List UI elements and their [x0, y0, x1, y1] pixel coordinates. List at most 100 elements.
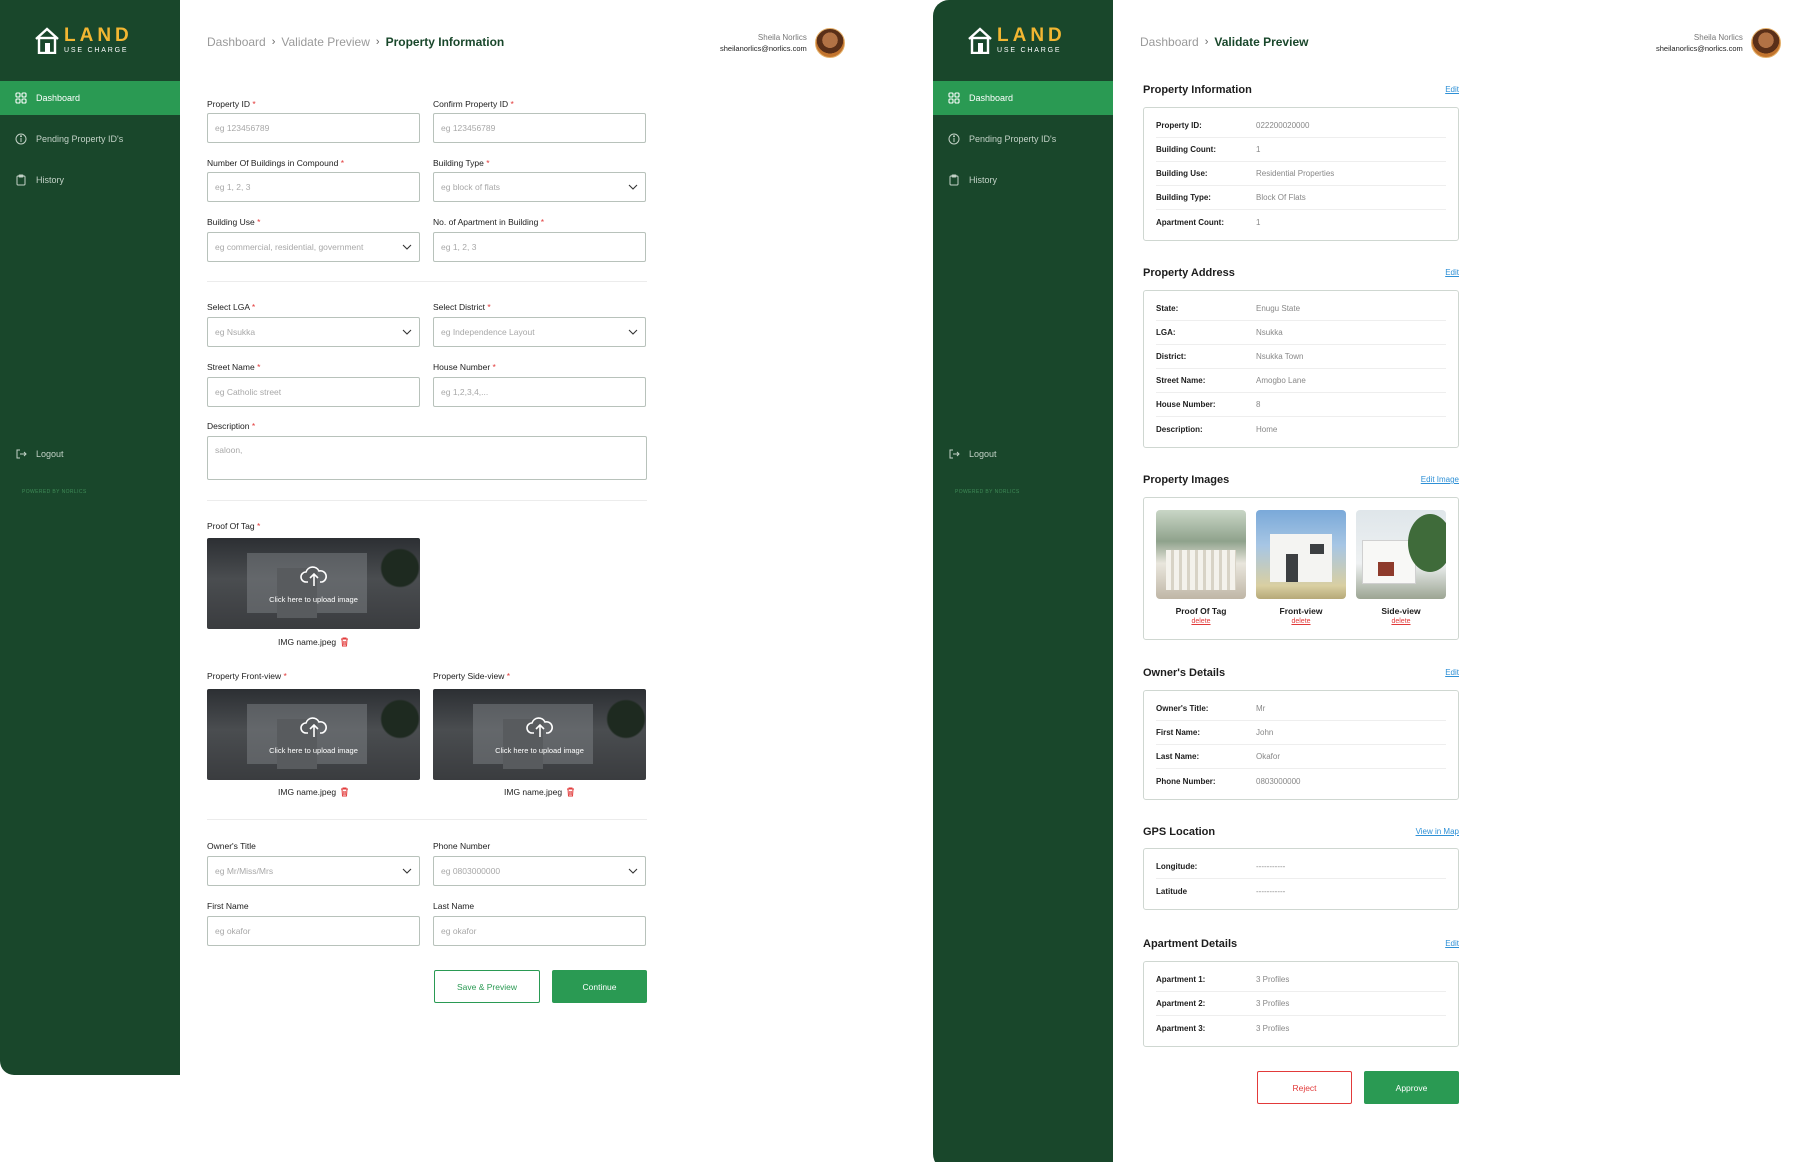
row-value: John: [1256, 728, 1274, 737]
avatar[interactable]: [1750, 28, 1781, 58]
proof-of-tag-label: Proof Of Tag *: [207, 521, 261, 531]
edit-property-info-link[interactable]: Edit: [1380, 85, 1459, 94]
property-info-card: Property ID: 022200020000 Building Count:…: [1143, 107, 1459, 241]
sidebar-item-history[interactable]: History: [933, 163, 1113, 197]
list-item: Phone Number: 0803000000: [1156, 769, 1446, 793]
reject-button[interactable]: Reject: [1257, 1071, 1352, 1104]
list-item: District: Nsukka Town: [1156, 345, 1446, 369]
logout-label: Logout: [969, 449, 997, 459]
house-logo-icon: [35, 27, 59, 54]
info-icon: [947, 133, 960, 146]
row-value: -----------: [1256, 886, 1286, 896]
list-item: Apartment 2: 3 Profiles: [1156, 992, 1446, 1016]
breadcrumb-validate-preview[interactable]: Validate Preview: [281, 35, 370, 49]
avatar[interactable]: [814, 28, 845, 58]
lga-label: Select LGA *: [207, 302, 256, 312]
row-key: Property ID:: [1156, 121, 1202, 130]
row-value: 3 Profiles: [1256, 1023, 1290, 1033]
side-view-label: Property Side-view *: [433, 671, 511, 681]
view-in-map-link[interactable]: View in Map: [1360, 827, 1459, 836]
row-value: 022200020000: [1256, 121, 1310, 130]
logout-button[interactable]: Logout: [933, 437, 1113, 471]
description-textarea[interactable]: saloon,: [207, 436, 647, 480]
house-number-input[interactable]: eg 1,2,3,4,...: [433, 377, 646, 407]
row-key: Last Name:: [1156, 752, 1200, 761]
proof-of-tag-upload[interactable]: Click here to upload image: [207, 538, 420, 629]
continue-button[interactable]: Continue: [552, 970, 647, 1003]
image-thumb-front-view[interactable]: Front-view delete: [1256, 510, 1346, 625]
edit-property-address-link[interactable]: Edit: [1380, 268, 1459, 277]
image-thumb-proof-of-tag[interactable]: Proof Of Tag delete: [1156, 510, 1246, 625]
edit-apartment-details-link[interactable]: Edit: [1380, 939, 1459, 948]
list-item: Street Name: Amogbo Lane: [1156, 369, 1446, 393]
lga-select[interactable]: eg Nsukka: [207, 317, 420, 347]
trash-icon[interactable]: [566, 787, 575, 797]
num-buildings-label: Number Of Buildings in Compound *: [207, 158, 345, 168]
row-value: 8: [1256, 400, 1261, 409]
delete-image-link[interactable]: delete: [1191, 618, 1210, 625]
divider: [207, 281, 647, 282]
row-value: 1: [1256, 217, 1261, 227]
sidebar: LAND USE CHARGE Dashboard Pending Proper…: [933, 0, 1113, 1162]
district-select[interactable]: eg Independence Layout: [433, 317, 646, 347]
brand-logo[interactable]: LAND USE CHARGE: [967, 26, 1066, 54]
row-key: Apartment 3:: [1156, 1023, 1206, 1033]
list-item: Description: Home: [1156, 417, 1446, 441]
grid-icon: [14, 92, 27, 105]
building-type-select[interactable]: eg block of flats: [433, 172, 646, 202]
list-item: House Number: 8: [1156, 393, 1446, 417]
last-name-label: Last Name: [433, 901, 475, 911]
approve-button[interactable]: Approve: [1364, 1071, 1459, 1104]
row-value: Nsukka: [1256, 328, 1283, 337]
row-key: Latitude: [1156, 886, 1188, 896]
edit-owner-details-link[interactable]: Edit: [1380, 668, 1459, 677]
sidebar-item-dashboard[interactable]: Dashboard: [933, 81, 1113, 115]
image-thumb-side-view[interactable]: Side-view delete: [1356, 510, 1446, 625]
sidebar-item-pending[interactable]: Pending Property ID's: [933, 122, 1113, 156]
sidebar-item-dashboard[interactable]: Dashboard: [0, 81, 180, 115]
confirm-property-id-input[interactable]: eg 123456789: [433, 113, 646, 143]
num-apartments-input[interactable]: eg 1, 2, 3: [433, 232, 646, 262]
edit-image-link[interactable]: Edit Image: [1370, 475, 1459, 484]
trash-icon[interactable]: [340, 787, 349, 797]
chevron-down-icon: [628, 868, 638, 874]
breadcrumb: Dashboard › Validate Preview › Property …: [207, 35, 504, 49]
owner-title-select[interactable]: eg Mr/Miss/Mrs: [207, 856, 420, 886]
street-input[interactable]: eg Catholic street: [207, 377, 420, 407]
last-name-input[interactable]: eg okafor: [433, 916, 646, 946]
delete-image-link[interactable]: delete: [1291, 618, 1310, 625]
brand-logo[interactable]: LAND USE CHARGE: [34, 26, 133, 54]
sidebar-item-label: Pending Property ID's: [969, 134, 1057, 144]
logout-button[interactable]: Logout: [0, 437, 180, 471]
save-preview-button[interactable]: Save & Preview: [434, 970, 540, 1003]
owner-title-label: Owner's Title: [207, 841, 256, 851]
side-view-upload[interactable]: Click here to upload image: [433, 689, 646, 780]
sidebar-item-history[interactable]: History: [0, 163, 180, 197]
num-buildings-input[interactable]: eg 1, 2, 3: [207, 172, 420, 202]
list-item: Building Use: Residential Properties: [1156, 162, 1446, 186]
first-name-input[interactable]: eg okafor: [207, 916, 420, 946]
property-form-screen: LAND USE CHARGE Dashboard Pending Proper…: [0, 0, 900, 1075]
breadcrumb-dashboard[interactable]: Dashboard: [1140, 35, 1199, 49]
user-profile[interactable]: Sheila Norlics sheilanorlics@norlics.com: [720, 28, 845, 58]
building-use-select[interactable]: eg commercial, residential, government: [207, 232, 420, 262]
phone-select[interactable]: eg 0803000000: [433, 856, 646, 886]
street-label: Street Name *: [207, 362, 261, 372]
trash-icon[interactable]: [340, 637, 349, 647]
upload-hint: Click here to upload image: [269, 746, 358, 755]
section-title-property-address: Property Address: [1143, 267, 1235, 279]
chevron-right-icon: ›: [271, 36, 276, 48]
front-view-upload[interactable]: Click here to upload image: [207, 689, 420, 780]
breadcrumb: Dashboard › Validate Preview: [1140, 35, 1308, 49]
row-key: Phone Number:: [1156, 776, 1216, 786]
sidebar-item-pending[interactable]: Pending Property ID's: [0, 122, 180, 156]
user-profile[interactable]: Sheila Norlics sheilanorlics@norlics.com: [1656, 28, 1781, 58]
list-item: Building Count: 1: [1156, 138, 1446, 162]
list-item: Latitude -----------: [1156, 879, 1446, 903]
row-key: Street Name:: [1156, 376, 1206, 385]
breadcrumb-dashboard[interactable]: Dashboard: [207, 35, 266, 49]
property-id-input[interactable]: eg 123456789: [207, 113, 420, 143]
num-apartments-label: No. of Apartment in Building *: [433, 217, 545, 227]
chevron-down-icon: [402, 244, 412, 250]
delete-image-link[interactable]: delete: [1391, 618, 1410, 625]
